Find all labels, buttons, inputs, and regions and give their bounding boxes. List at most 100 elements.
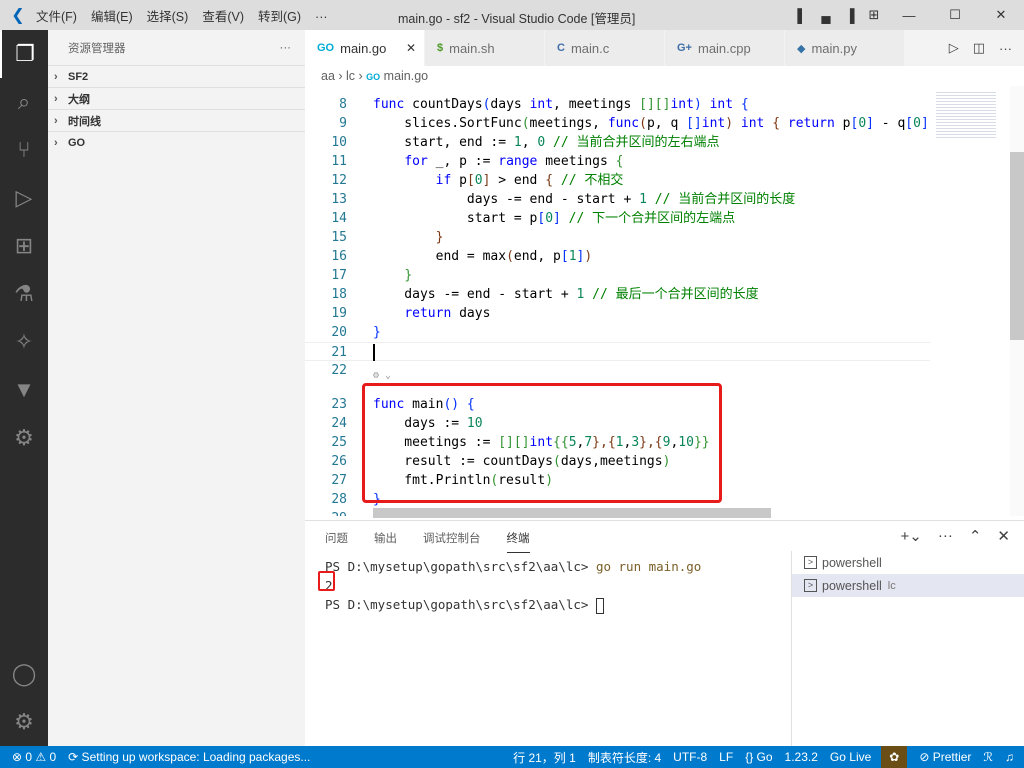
menu-item[interactable]: 文件(F) [36,10,77,24]
encoding[interactable]: UTF-8 [673,750,707,764]
terminal-item[interactable]: > powershell [792,551,1024,574]
customize-layout-icon[interactable]: ⊞ [862,7,886,23]
code-line: 13 days -= end - start + 1 // 当前合并区间的长度 [305,190,930,209]
code-token: [ [560,249,569,264]
prettier-status[interactable]: ⊘ Prettier [919,750,971,764]
menu-item[interactable]: 转到(G) [258,10,301,24]
toggle-panel-icon[interactable]: ▄ [814,8,838,23]
terminal-icon: > [804,556,817,569]
breadcrumb-item[interactable]: main.go [384,69,428,83]
code-text: if p[0] > end { // 不相交 [373,171,624,190]
notifications-bell-icon[interactable]: ♫ [1005,750,1014,764]
account-icon[interactable]: ◯ [0,650,48,698]
code-token: p [451,173,467,188]
tab-size[interactable]: 制表符长度: 4 [588,749,661,766]
sidebar-section[interactable]: › GO [48,131,305,153]
code-token: 0 [858,116,867,131]
breadcrumb-item[interactable]: lc [346,69,355,83]
line-number: 9 [339,116,347,131]
more-actions-icon[interactable]: ··· [280,42,292,54]
extensions-icon[interactable]: ⊞ [0,222,48,270]
eol[interactable]: LF [719,750,733,764]
tab-main-c[interactable]: Cmain.c [545,30,665,66]
tab-main-py[interactable]: ◆ main.py [785,30,905,66]
code-token: [ [905,116,914,131]
line-number: 22 [331,363,347,378]
close-panel-icon[interactable]: ✕ [997,527,1010,545]
panel-tab[interactable]: 终端 [506,530,530,553]
toggle-sidebar-icon[interactable]: ▌ [790,8,814,23]
code-token: { [764,116,788,131]
line-number: 8 [339,97,347,112]
split-editor-icon[interactable]: ◫ [973,40,985,56]
code-token: 0 [474,173,483,188]
menu-item[interactable]: 查看(V) [202,10,244,24]
scrollbar-thumb[interactable] [1010,152,1024,340]
problems-status[interactable]: ⊗ 0 ⚠ 0 [12,750,56,764]
accounts-icon[interactable]: ℛ [983,750,993,764]
terminal-item[interactable]: > powershell lc [792,574,1024,597]
toggle-secondary-sidebar-icon[interactable]: ▐ [838,8,862,23]
code-text: for _, p := range meetings { [373,152,623,171]
run-debug-icon[interactable]: ▷ [0,174,48,222]
explorer-icon[interactable]: ❐ [0,30,48,78]
go-live-button[interactable]: Go Live [830,750,871,764]
new-terminal-icon[interactable]: +⌄ [901,527,922,545]
close-button[interactable]: ✕ [978,7,1024,23]
panel-tab[interactable]: 问题 [325,530,348,553]
code-token: 0 [545,211,554,226]
code-text: end = max(end, p[1]) [373,247,593,266]
maximize-button[interactable]: ☐ [932,7,978,23]
tab-main-go[interactable]: GO main.go ✕ [305,30,425,66]
breadcrumb: aa › lc › GO main.go [305,66,1024,86]
sidebar-section[interactable]: › SF2 [48,65,305,87]
gitlens-icon[interactable]: ▼ [0,366,48,414]
line-number: 25 [331,435,347,450]
horizontal-scrollbar[interactable] [373,508,771,518]
sidebar-section[interactable]: › 时间线 [48,109,305,131]
docker-icon[interactable]: ⚙ [0,414,48,462]
code-token: meetings [537,154,616,169]
code-line: 22 [305,361,930,380]
task-status[interactable]: ⟳ Setting up workspace: Loading packages… [68,750,310,764]
line-number: 12 [331,173,347,188]
code-token: ( [506,249,514,264]
remote-icon[interactable]: ✧ [0,318,48,366]
minimize-button[interactable]: — [886,8,932,23]
code-token: // 当前合并区间的长度 [646,192,796,207]
go-version[interactable]: 1.23.2 [785,750,818,764]
menu-item[interactable]: ··· [315,10,328,24]
close-tab-icon[interactable]: ✕ [406,41,416,55]
testing-icon[interactable]: ⚗ [0,270,48,318]
chevron-right-icon: › [54,114,58,127]
tab-label: main.py [811,40,857,56]
terminal-cwd: lc [887,579,896,592]
maximize-panel-icon[interactable]: ⌃ [969,527,982,545]
minimap[interactable] [930,86,1010,516]
settings-gear-icon[interactable]: ⚙ [0,698,48,746]
menu-item[interactable]: 选择(S) [147,10,189,24]
title-bar: ❮ 文件(F) 编辑(E) 选择(S) 查看(V) 转到(G) ··· main.go -… [0,0,1024,30]
run-icon[interactable]: ▷ [949,40,959,56]
more-actions-icon[interactable]: ··· [938,527,953,545]
menu-item[interactable]: 编辑(E) [91,10,133,24]
terminal-output[interactable]: PS D:\mysetup\gopath\src\sf2\aa\lc> go r… [325,557,701,614]
more-actions-icon[interactable]: ··· [999,41,1012,56]
language-mode[interactable]: {} Go [745,750,772,764]
tab-label: main.cpp [697,40,751,56]
panel-tab[interactable]: 调试控制台 [423,530,481,553]
panel-tab[interactable]: 输出 [374,530,397,553]
cursor-position[interactable]: 行 21，列 1 [513,749,576,766]
sidebar-section[interactable]: › 大纲 [48,87,305,109]
tab-main-cpp[interactable]: G+ main.cpp [665,30,785,66]
tab-main-sh[interactable]: $ main.sh [425,30,545,66]
extension-icon[interactable]: ✿ [881,746,908,768]
code-token: int [670,97,694,112]
breadcrumb-item[interactable]: aa [321,69,335,83]
code-line: 16 end = max(end, p[1]) [305,247,930,266]
code-token: range [498,154,538,169]
code-token: start, end := [373,135,514,150]
search-icon[interactable]: ⌕ [0,78,48,126]
source-control-icon[interactable]: ⑂ [0,126,48,174]
